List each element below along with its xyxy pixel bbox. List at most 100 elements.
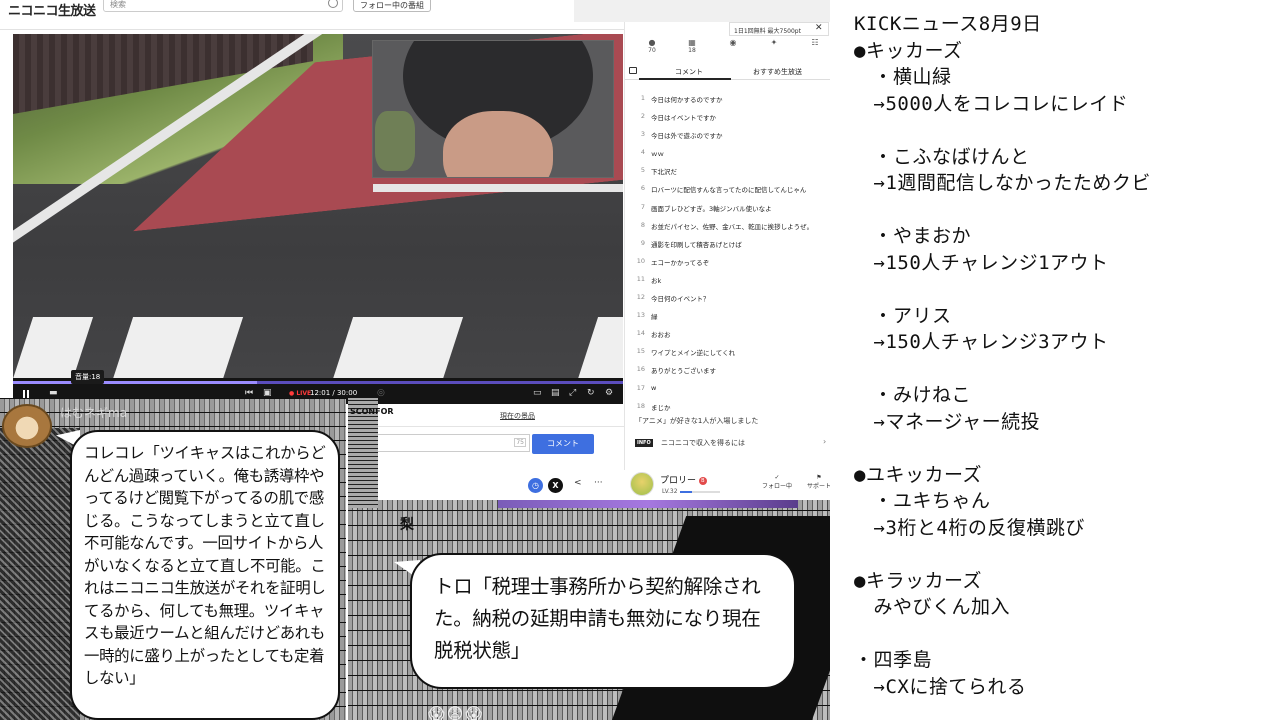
- settings-circle-icon[interactable]: ◎: [377, 388, 385, 398]
- broadcaster-badge: B: [698, 477, 707, 485]
- comment-row[interactable]: 10 エコーかかってるぞ: [625, 253, 831, 271]
- broadcaster-level: LV.32: [662, 488, 678, 495]
- news-line: ・みけねこ: [854, 384, 972, 406]
- chevron-right-icon[interactable]: ›: [823, 437, 826, 446]
- volume-bar-icon[interactable]: ▬: [49, 388, 58, 398]
- comment-submit-button[interactable]: コメント: [532, 434, 594, 454]
- comment-row[interactable]: 13 緑: [625, 307, 831, 325]
- comment-row[interactable]: 8 お並だパイセン、佐野、金バエ、乾皿に挨拶しようぜ。: [625, 217, 831, 235]
- comment-text: 今日は外で遊ぶのですか: [651, 132, 723, 141]
- crosswalk-stripe: [332, 317, 464, 379]
- info-text[interactable]: ニコニコで収入を得るには: [661, 438, 745, 448]
- reload-icon[interactable]: ↻: [587, 388, 595, 398]
- search-icon[interactable]: [328, 0, 338, 8]
- comment-row[interactable]: 6 ロバーツに配信すんな言ってたのに配信してんじゃん: [625, 180, 831, 198]
- comment-input[interactable]: 75: [376, 434, 530, 452]
- viewers-stat[interactable]: ● 70: [637, 38, 667, 54]
- comment-number: 14: [636, 329, 645, 338]
- comment-row[interactable]: 1 今日は何かするのですか: [625, 90, 831, 108]
- comment-text: w: [651, 383, 657, 392]
- comment-row[interactable]: 4 ｗｗ: [625, 144, 831, 162]
- camera-icon[interactable]: ▣: [263, 388, 272, 398]
- comment-row[interactable]: 5 下北沢だ: [625, 162, 831, 180]
- comment-row[interactable]: 3 今日は外で遊ぶのですか: [625, 126, 831, 144]
- panel-tabs: コメント おすすめ生放送: [625, 64, 831, 80]
- speech-text-toro: トロ「税理士事務所から契約解除された。納税の延期申請も無効になり現在脱税状態」: [434, 575, 761, 662]
- comment-row[interactable]: 9 通影を印刷して積杏あげとけば: [625, 235, 831, 253]
- comment-number: 5: [640, 166, 645, 175]
- comment-text: 通影を印刷して積杏あげとけば: [651, 240, 742, 249]
- active-tab-indicator: [639, 78, 731, 80]
- comment-text: まじか: [651, 403, 671, 412]
- timeshift-icon[interactable]: ◷: [528, 478, 543, 493]
- screen: ニコニコ生放送 検索 フォロー中の番組 音量:18 ▬ ⏮ ▣ ● LIVE 1…: [0, 0, 1280, 720]
- comment-number: 7: [640, 202, 645, 211]
- comment-row[interactable]: 7 画面ブレひどすぎ。3軸ジンバル使いなよ: [625, 199, 831, 217]
- search-input[interactable]: 検索: [103, 0, 343, 12]
- comment-row[interactable]: 14 おおお: [625, 325, 831, 343]
- info-row[interactable]: INFO ニコニコで収入を得るには ›: [625, 434, 831, 452]
- bonus-note: 1日1回無料 最大7500pt: [729, 22, 829, 36]
- crosswalk-stripe: [112, 317, 244, 379]
- gift-stat[interactable]: ✦: [759, 38, 789, 47]
- broadcaster-name[interactable]: プロリー B: [660, 473, 707, 486]
- comment-row[interactable]: 16 ありがとうございます: [625, 361, 831, 379]
- manga-label: 梨: [400, 517, 414, 533]
- avatar[interactable]: [630, 472, 654, 496]
- time-display: 12:01 / 30:00: [310, 389, 358, 397]
- nico-logo[interactable]: ニコニコ生放送: [8, 0, 96, 19]
- more-icon[interactable]: ···: [594, 478, 603, 488]
- comment-list-icon[interactable]: [629, 67, 637, 74]
- video-player[interactable]: [13, 34, 623, 396]
- share-icon[interactable]: <: [574, 478, 582, 488]
- news-line: →150人チャレンジ3アウト: [854, 331, 1109, 353]
- wipe-face: [443, 111, 553, 177]
- news-line: →150人チャレンジ1アウト: [854, 251, 1109, 274]
- comment-number: 8: [640, 220, 645, 229]
- ad-stat[interactable]: ◉: [718, 38, 748, 47]
- comment-number: 15: [636, 347, 645, 356]
- person-icon: ●: [648, 38, 656, 47]
- comment-text: ありがとうございます: [651, 367, 716, 376]
- speech-text-korekore: コレコレ「ツイキャスはこれからどんどん過疎っていく。俺も誘導枠やってるけど閲覧下…: [84, 444, 326, 687]
- comment-row[interactable]: 15 ワイプとメイン逆にしてくれ: [625, 343, 831, 361]
- pause-icon[interactable]: [23, 390, 29, 398]
- comment-number: 2: [640, 112, 645, 121]
- menu-stat[interactable]: ☷: [800, 38, 830, 47]
- x-share-icon[interactable]: X: [548, 478, 563, 493]
- menu-icon: ☷: [811, 38, 819, 47]
- rewind-icon[interactable]: ⏮: [245, 388, 253, 398]
- comment-row[interactable]: 2 今日はイベントですか: [625, 108, 831, 126]
- comment-text: お並だパイセン、佐野、金バエ、乾皿に挨拶しようぜ。: [651, 222, 814, 231]
- speech-bubble-korekore: コレコレ「ツイキャスはこれからどんどん過疎っていく。俺も誘導枠やってるけど閲覧下…: [70, 430, 340, 720]
- news-title: KICKニュース8月9日: [854, 13, 1042, 35]
- theater-icon[interactable]: ▤: [551, 388, 560, 398]
- comment-row[interactable]: 18 まじか: [625, 398, 831, 416]
- tab-comments[interactable]: コメント: [675, 67, 703, 77]
- kick-news-panel: KICKニュース8月9日 ●キッカーズ ・横山緑 →5000人をコレコレにレイド …: [830, 0, 1280, 720]
- close-icon[interactable]: ✕: [815, 23, 823, 33]
- current-prize-link[interactable]: 現在の景品: [500, 411, 535, 421]
- tab-recommended[interactable]: おすすめ生放送: [753, 67, 802, 77]
- fullscreen-icon[interactable]: ⤢: [569, 388, 576, 398]
- comments-stat[interactable]: ▦ 18: [677, 38, 707, 54]
- comment-list[interactable]: 1 今日は何かするのですか 2 今日はイベントですか 3 今日は外で遊ぶのですか 4 ｗｗ 5 下…: [625, 90, 831, 416]
- gift-icon: ✦: [770, 38, 778, 47]
- follow-button[interactable]: ✓ フォロー中: [760, 474, 794, 490]
- comment-number: 6: [640, 184, 645, 193]
- gear-icon[interactable]: ⚙: [605, 388, 613, 398]
- comment-text: 今日はイベントですか: [651, 114, 716, 123]
- news-line: →1週間配信しなかったためクビ: [854, 172, 1151, 194]
- comment-row[interactable]: 11 おk: [625, 271, 831, 289]
- news-line: →5000人をコレコレにレイド: [854, 92, 1129, 115]
- news-line: →3桁と4桁の反復横跳び: [854, 516, 1085, 539]
- viewers-count: 70: [648, 47, 656, 54]
- news-line: ・アリス: [854, 304, 952, 327]
- comment-row[interactable]: 12 今日何のイベント？: [625, 289, 831, 307]
- wipe-camera[interactable]: [372, 40, 614, 178]
- following-programs-button[interactable]: フォロー中の番組: [353, 0, 431, 12]
- comment-row[interactable]: 17 w: [625, 380, 831, 398]
- comment-icon: ▦: [688, 38, 696, 47]
- comment-toggle-icon[interactable]: ▭: [533, 388, 542, 398]
- program-stats: ● 70 ▦ 18 ◉ ✦ ☷: [625, 38, 831, 64]
